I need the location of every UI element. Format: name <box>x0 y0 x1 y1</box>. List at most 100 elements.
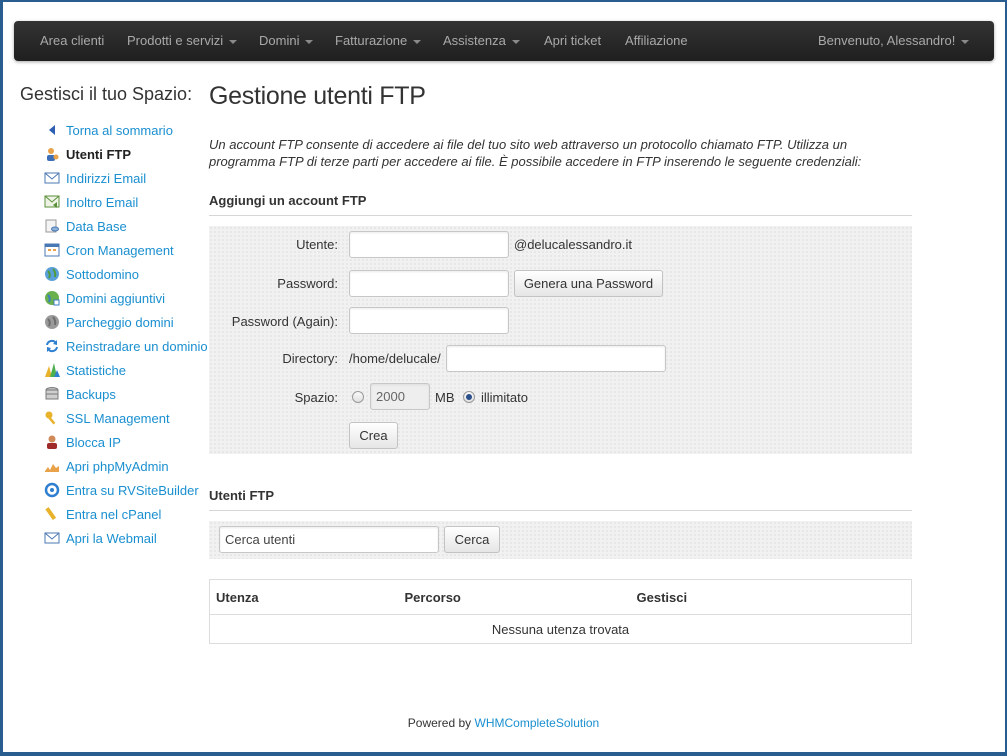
nav-assistenza[interactable]: Assistenza <box>443 21 520 61</box>
sidebar-item-label: Cron Management <box>66 243 174 258</box>
sidebar-item-sottodomino[interactable]: Sottodomino <box>44 265 139 285</box>
unlimited-label: illimitato <box>481 390 528 405</box>
sidebar-item-phpmyadmin[interactable]: Apri phpMyAdmin <box>44 457 169 477</box>
globe-add-icon <box>44 290 60 306</box>
password-again-input[interactable] <box>349 307 509 334</box>
search-users-input[interactable]: Cerca utenti <box>219 526 439 553</box>
sidebar-item-label: Blocca IP <box>66 435 121 450</box>
space-limited-radio[interactable] <box>352 391 364 403</box>
sitebuilder-icon <box>44 482 60 498</box>
sidebar-item-label: Apri la Webmail <box>66 531 157 546</box>
sidebar-item-label: Apri phpMyAdmin <box>66 459 169 474</box>
webmail-icon <box>44 530 60 546</box>
sidebar-item-domini-aggiuntivi[interactable]: Domini aggiuntivi <box>44 289 165 309</box>
back-arrow-icon <box>44 122 60 138</box>
nav-label: Fatturazione <box>335 33 408 48</box>
nav-apri-ticket[interactable]: Apri ticket <box>544 21 601 61</box>
sidebar-item-data-base[interactable]: Data Base <box>44 217 127 237</box>
divider <box>209 510 912 511</box>
sidebar-item-indirizzi-email[interactable]: Indirizzi Email <box>44 169 146 189</box>
sidebar-item-parcheggio-domini[interactable]: Parcheggio domini <box>44 313 174 333</box>
ftp-users-table: Utenza Percorso Gestisci Nessuna utenza … <box>209 579 912 644</box>
sidebar-item-cron-management[interactable]: Cron Management <box>44 241 174 261</box>
nav-label: Domini <box>259 33 300 48</box>
sidebar-item-ssl-management[interactable]: SSL Management <box>44 409 170 429</box>
table-row: Nessuna utenza trovata <box>210 615 912 644</box>
footer-link[interactable]: WHMCompleteSolution <box>475 716 600 730</box>
directory-prefix: /home/delucale/ <box>349 351 441 366</box>
sidebar-item-label: Sottodomino <box>66 267 139 282</box>
redirect-icon <box>44 338 60 354</box>
database-icon <box>44 218 60 234</box>
directory-label: Directory: <box>282 351 338 366</box>
nav-area-clienti[interactable]: Area clienti <box>40 21 104 61</box>
user-menu[interactable]: Benvenuto, Alessandro! <box>818 21 970 61</box>
sidebar-item-inoltro-email[interactable]: Inoltro Email <box>44 193 138 213</box>
caret-down-icon <box>413 39 422 44</box>
space-unlimited-radio[interactable] <box>463 391 475 403</box>
nav-label: Affiliazione <box>625 33 688 48</box>
sidebar-item-label: Statistiche <box>66 363 126 378</box>
email-icon <box>44 170 60 186</box>
nav-affiliazione[interactable]: Affiliazione <box>625 21 688 61</box>
sidebar-item-rvsitebuilder[interactable]: Entra su RVSiteBuilder <box>44 481 199 501</box>
footer: Powered by WHMCompleteSolution <box>0 716 1007 730</box>
sidebar-item-label: Indirizzi Email <box>66 171 147 186</box>
password-input[interactable] <box>349 270 509 297</box>
search-button[interactable]: Cerca <box>444 526 500 553</box>
cpanel-icon <box>44 506 60 522</box>
space-quota-input[interactable]: 2000 <box>370 383 430 410</box>
caret-down-icon <box>305 39 314 44</box>
sidebar-item-blocca-ip[interactable]: Blocca IP <box>44 433 121 453</box>
user-label: Utente: <box>296 237 338 252</box>
sidebar-item-webmail[interactable]: Apri la Webmail <box>44 529 157 549</box>
add-account-form <box>209 226 912 454</box>
sidebar-item-label: Entra nel cPanel <box>66 507 162 522</box>
footer-prefix: Powered by <box>407 716 472 730</box>
globe-icon <box>44 266 60 282</box>
ssl-key-icon <box>44 410 60 426</box>
nav-label: Area clienti <box>40 33 105 48</box>
space-unit: MB <box>435 390 455 405</box>
divider <box>209 215 912 216</box>
nav-fatturazione[interactable]: Fatturazione <box>335 21 422 61</box>
stats-icon <box>44 362 60 378</box>
sidebar-title: Gestisci il tuo Spazio: <box>20 84 193 104</box>
generate-password-button[interactable]: Genera una Password <box>514 270 663 297</box>
sidebar-item-backups[interactable]: Backups <box>44 385 116 405</box>
parked-globe-icon <box>44 314 60 330</box>
sidebar-item-label: Torna al sommario <box>66 123 173 138</box>
user-greeting: Benvenuto, Alessandro! <box>818 33 956 48</box>
nav-label: Assistenza <box>443 33 506 48</box>
phpmyadmin-icon <box>44 458 60 474</box>
calendar-icon <box>44 242 60 258</box>
sidebar-item-label: SSL Management <box>66 411 170 426</box>
sidebar-item-statistiche[interactable]: Statistiche <box>44 361 126 381</box>
sidebar-item-label: Utenti FTP <box>66 147 131 162</box>
sidebar-item-reinstradare-dominio[interactable]: Reinstradare un dominio <box>44 337 208 357</box>
sidebar-item-label: Domini aggiuntivi <box>66 291 165 306</box>
sidebar-item-utenti-ftp[interactable]: Utenti FTP <box>44 145 131 165</box>
space-label: Spazio: <box>294 390 338 405</box>
ftp-users-icon <box>44 146 60 162</box>
caret-down-icon <box>511 39 520 44</box>
ftp-users-heading: Utenti FTP <box>209 488 274 503</box>
password-again-label: Password (Again): <box>231 314 338 329</box>
create-button[interactable]: Crea <box>349 422 398 449</box>
column-header-percorso: Percorso <box>398 579 631 615</box>
nav-label: Prodotti e servizi <box>127 33 224 48</box>
sidebar-item-cpanel[interactable]: Entra nel cPanel <box>44 505 161 525</box>
caret-down-icon <box>229 39 238 44</box>
password-label: Password: <box>277 276 338 291</box>
nav-label: Apri ticket <box>544 33 602 48</box>
sidebar-item-label: Data Base <box>66 219 127 234</box>
nav-domini[interactable]: Domini <box>259 21 314 61</box>
directory-input[interactable] <box>446 345 666 372</box>
sidebar-item-torna-sommario[interactable]: Torna al sommario <box>44 121 173 141</box>
nav-prodotti-servizi[interactable]: Prodotti e servizi <box>127 21 238 61</box>
column-header-gestisci: Gestisci <box>630 579 912 615</box>
username-input[interactable] <box>349 231 509 258</box>
block-ip-icon <box>44 434 60 450</box>
add-account-heading: Aggiungi un account FTP <box>209 193 367 208</box>
column-header-utenza: Utenza <box>209 579 399 615</box>
